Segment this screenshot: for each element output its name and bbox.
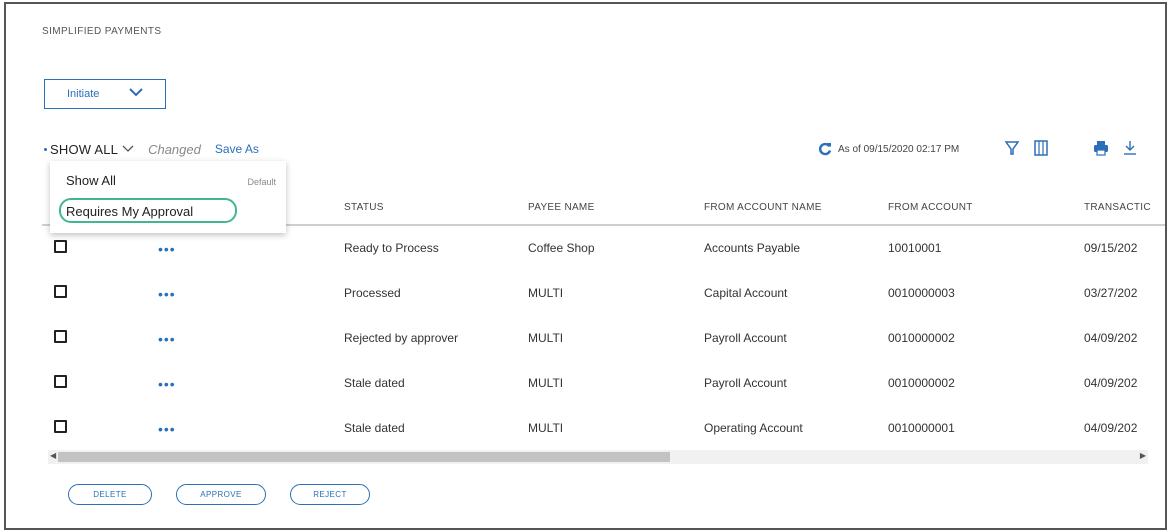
- transaction-date-cell: 03/27/202: [1084, 286, 1138, 300]
- default-badge: Default: [247, 177, 276, 187]
- as-of-group: As of 09/15/2020 02:17 PM: [818, 139, 959, 159]
- payee-cell: MULTI: [528, 286, 564, 300]
- scrollbar-thumb[interactable]: [58, 452, 670, 462]
- column-header-from-account-name[interactable]: FROM ACCOUNT NAME: [704, 202, 822, 213]
- from-account-name-cell: Payroll Account: [704, 331, 787, 345]
- chevron-down-icon: [129, 88, 143, 97]
- save-as-link[interactable]: Save As: [215, 142, 259, 156]
- transaction-date-cell: 04/09/202: [1084, 376, 1138, 390]
- row-checkbox[interactable]: [54, 375, 67, 388]
- horizontal-scrollbar[interactable]: ◀ ▶: [48, 450, 1148, 464]
- print-icon[interactable]: [1093, 139, 1109, 157]
- approve-button[interactable]: APPROVE: [176, 484, 266, 505]
- column-header-payee-name[interactable]: PAYEE NAME: [528, 202, 595, 213]
- column-header-transaction[interactable]: TRANSACTIC: [1084, 202, 1151, 213]
- reject-button[interactable]: REJECT: [290, 484, 370, 505]
- status-cell: Rejected by approver: [344, 331, 459, 345]
- as-of-timestamp: As of 09/15/2020 02:17 PM: [838, 143, 960, 155]
- status-cell: Stale dated: [344, 421, 405, 435]
- from-account-cell: 0010000002: [888, 376, 955, 390]
- row-checkbox[interactable]: [54, 330, 67, 343]
- status-cell: Processed: [344, 286, 401, 300]
- from-account-name-cell: Accounts Payable: [704, 241, 801, 255]
- columns-icon[interactable]: [1033, 139, 1049, 157]
- scroll-left-icon[interactable]: ◀: [50, 451, 56, 460]
- filter-icon[interactable]: [1004, 139, 1020, 157]
- row-actions-menu[interactable]: •••: [158, 242, 176, 256]
- chevron-down-icon[interactable]: [122, 145, 134, 153]
- view-menu: Show All Default Requires My Approval: [50, 161, 286, 233]
- view-selector[interactable]: SHOW ALL: [50, 142, 118, 157]
- from-account-cell: 10010001: [888, 241, 942, 255]
- payee-cell: MULTI: [528, 376, 564, 390]
- view-modified-dot: [44, 147, 47, 151]
- row-actions-menu[interactable]: •••: [158, 332, 176, 346]
- transaction-date-cell: 04/09/202: [1084, 421, 1138, 435]
- refresh-icon[interactable]: [818, 142, 832, 156]
- view-toolbar: SHOW ALL Changed Save As: [44, 139, 259, 159]
- scroll-right-icon[interactable]: ▶: [1140, 451, 1146, 460]
- from-account-cell: 0010000002: [888, 331, 955, 345]
- row-checkbox[interactable]: [54, 285, 67, 298]
- changed-label: Changed: [148, 141, 201, 157]
- status-cell: Ready to Process: [344, 241, 439, 255]
- initiate-dropdown-button[interactable]: Initiate: [44, 79, 166, 109]
- app-frame: SIMPLIFIED PAYMENTS Initiate SHOW ALL Ch…: [4, 2, 1167, 530]
- payee-cell: MULTI: [528, 421, 564, 435]
- page-title: SIMPLIFIED PAYMENTS: [42, 26, 162, 37]
- transaction-date-cell: 09/15/202: [1084, 241, 1138, 255]
- column-header-status[interactable]: STATUS: [344, 202, 384, 213]
- row-actions-menu[interactable]: •••: [158, 287, 176, 301]
- column-header-from-account[interactable]: FROM ACCOUNT: [888, 202, 973, 213]
- from-account-cell: 0010000001: [888, 421, 955, 435]
- payee-cell: Coffee Shop: [528, 241, 595, 255]
- from-account-name-cell: Capital Account: [704, 286, 788, 300]
- row-checkbox[interactable]: [54, 240, 67, 253]
- transaction-date-cell: 04/09/202: [1084, 331, 1138, 345]
- payee-cell: MULTI: [528, 331, 564, 345]
- row-actions-menu[interactable]: •••: [158, 377, 176, 391]
- from-account-name-cell: Payroll Account: [704, 376, 787, 390]
- download-icon[interactable]: [1122, 139, 1138, 157]
- delete-button[interactable]: DELETE: [68, 484, 152, 505]
- row-actions-menu[interactable]: •••: [158, 422, 176, 436]
- status-cell: Stale dated: [344, 376, 405, 390]
- from-account-name-cell: Operating Account: [704, 421, 803, 435]
- initiate-label: Initiate: [67, 88, 100, 100]
- view-menu-item-requires-my-approval[interactable]: Requires My Approval: [66, 204, 193, 219]
- from-account-cell: 0010000003: [888, 286, 955, 300]
- row-checkbox[interactable]: [54, 420, 67, 433]
- view-menu-item-show-all[interactable]: Show All: [66, 173, 116, 188]
